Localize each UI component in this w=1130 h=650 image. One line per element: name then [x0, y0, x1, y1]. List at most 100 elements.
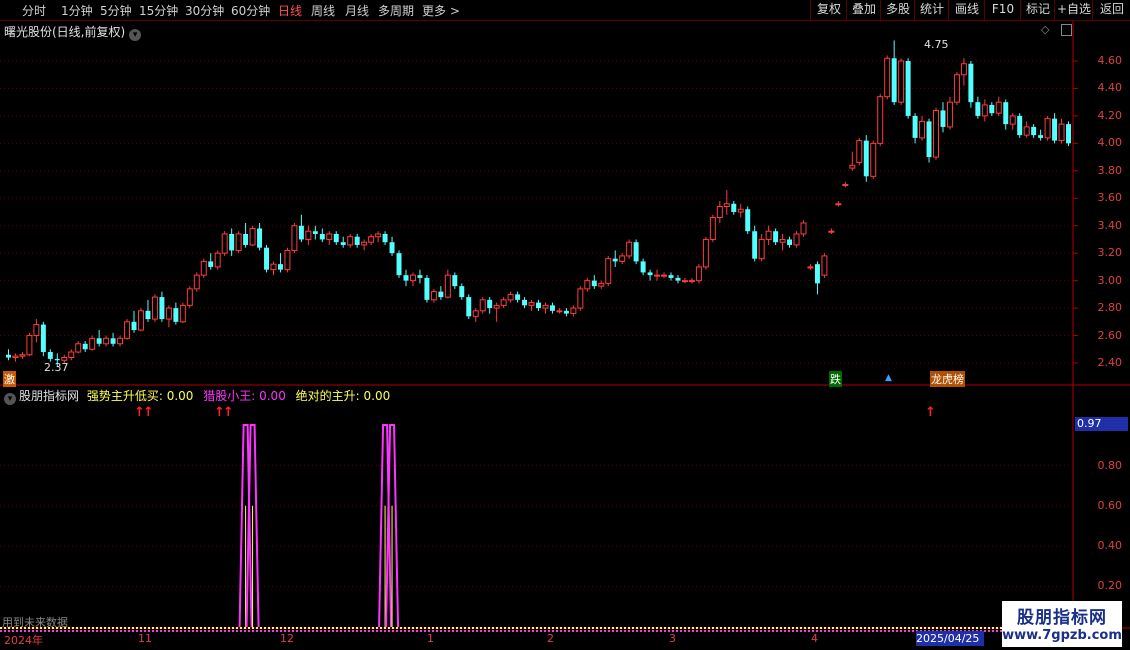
indicator-title-row: ▾ 股朋指标网 强势主升低买: 0.00 猎股小王: 0.00 绝对的主升: 0.…: [4, 387, 390, 405]
indicator-name[interactable]: 股朋指标网: [19, 389, 79, 403]
candle-body: [898, 60, 905, 103]
candle-body: [264, 247, 270, 270]
add-watchlist-button[interactable]: +自选: [1054, 0, 1093, 20]
candle-body: [536, 302, 541, 309]
price-ytick: 3.00: [1097, 273, 1123, 287]
candle-body: [200, 260, 207, 276]
candle-body: [131, 321, 137, 331]
candle-body: [68, 351, 75, 359]
candle-body: [375, 233, 382, 238]
candle-body: [821, 255, 828, 276]
timeframe-tab-more[interactable]: 更多 >: [422, 2, 460, 19]
timeframe-tab-15min[interactable]: 15分钟: [139, 2, 178, 19]
candle-body: [117, 337, 124, 345]
xaxis-label: 11: [138, 632, 152, 645]
signal-tag-fall[interactable]: 跌: [829, 371, 842, 387]
timeframe-tab-minute[interactable]: 分时: [22, 2, 46, 19]
candle-body: [522, 299, 528, 306]
back-button[interactable]: 返回: [1092, 0, 1130, 20]
candle-body: [333, 233, 339, 243]
candle-body: [438, 291, 444, 298]
candle-body: [556, 310, 563, 313]
timeframe-tab-daily[interactable]: 日线: [278, 2, 302, 19]
candle-body: [877, 96, 884, 144]
candle-body: [884, 57, 891, 98]
candle-body: [124, 321, 131, 339]
signal-tag-left[interactable]: 激: [3, 371, 16, 387]
candle-body: [382, 233, 388, 243]
candle-body: [779, 238, 786, 243]
indicator-ytick: 0.80: [1097, 459, 1123, 472]
candle-body: [863, 140, 869, 177]
overlay-button[interactable]: 叠加: [846, 0, 881, 20]
candle-body: [1066, 124, 1071, 144]
draw-line-button[interactable]: 画线: [948, 0, 985, 20]
candle-body: [570, 307, 577, 315]
candle-body: [326, 233, 333, 240]
candle-body: [472, 310, 479, 317]
timeframe-tab-multi[interactable]: 多周期: [378, 2, 414, 19]
watermark-title: 股朋指标网: [1017, 608, 1107, 628]
candle-body: [430, 291, 437, 301]
watermark-url: www.7gpzb.com: [1002, 628, 1122, 643]
candle-body: [138, 310, 144, 331]
candle-body: [403, 275, 409, 281]
xaxis-label: 3: [669, 632, 676, 645]
chevron-down-icon[interactable]: ▾: [129, 29, 142, 41]
candle-body: [368, 236, 375, 243]
chevron-down-icon[interactable]: ▾: [4, 393, 16, 405]
indicator-line1-label: 强势主升低买: 0.00: [86, 389, 194, 403]
candle-body: [723, 203, 730, 208]
price-ytick: 3.20: [1097, 246, 1123, 260]
candle-body: [528, 302, 535, 306]
candle-body: [487, 299, 493, 309]
candle-body: [953, 74, 960, 103]
candle-body: [807, 266, 814, 269]
timeframe-tab-60min[interactable]: 60分钟: [231, 2, 270, 19]
multi-stock-button[interactable]: 多股: [880, 0, 915, 20]
mark-button[interactable]: 标记: [1020, 0, 1055, 20]
timeframe-tab-1min[interactable]: 1分钟: [61, 2, 93, 19]
stock-title: 曙光股份(日线,前复权): [4, 25, 126, 39]
price-ytick: 3.80: [1097, 163, 1123, 177]
adjust-button[interactable]: 复权: [810, 0, 847, 20]
watermark: 股朋指标网 www.7gpzb.com: [1002, 601, 1122, 647]
candle-body: [173, 308, 179, 322]
candle-body: [758, 238, 765, 260]
candle-body: [186, 288, 193, 306]
window-toggle-icon[interactable]: [1061, 24, 1072, 36]
stats-button[interactable]: 统计: [914, 0, 949, 20]
candle-body: [814, 264, 820, 284]
candle-body: [243, 233, 249, 245]
timeframe-tab-5min[interactable]: 5分钟: [100, 2, 132, 19]
candle-body: [640, 261, 646, 273]
candle-body: [193, 274, 200, 290]
xaxis-label: 4: [811, 632, 818, 645]
chart-title[interactable]: 曙光股份(日线,前复权) ▾: [4, 23, 142, 41]
diamond-icon[interactable]: ◇: [1041, 23, 1049, 36]
chart-canvas[interactable]: [0, 21, 1130, 650]
candle-body: [1044, 118, 1051, 139]
timeframe-tab-weekly[interactable]: 周线: [311, 2, 335, 19]
candle-body: [946, 101, 953, 128]
candle-body: [96, 338, 102, 344]
candle-body: [249, 227, 256, 246]
candle-body: [151, 296, 158, 320]
candle-body: [591, 280, 597, 287]
candle-body: [26, 335, 33, 356]
candle-body: [612, 258, 618, 262]
f10-button[interactable]: F10: [984, 0, 1021, 20]
candle-body: [347, 236, 354, 246]
double-up-arrow-icon: ↑↑: [134, 405, 154, 420]
candle-body: [466, 297, 472, 317]
candle-body: [968, 63, 974, 103]
signal-tag-rank[interactable]: 龙虎榜: [930, 371, 965, 387]
timeframe-tab-monthly[interactable]: 月线: [345, 2, 369, 19]
candle-body: [179, 304, 186, 323]
candle-body: [870, 142, 877, 177]
price-ytick: 4.60: [1097, 54, 1123, 67]
timeframe-tab-30min[interactable]: 30分钟: [185, 2, 224, 19]
price-ytick: 4.40: [1097, 81, 1123, 95]
candle-body: [975, 102, 981, 116]
candle-body: [270, 263, 277, 271]
